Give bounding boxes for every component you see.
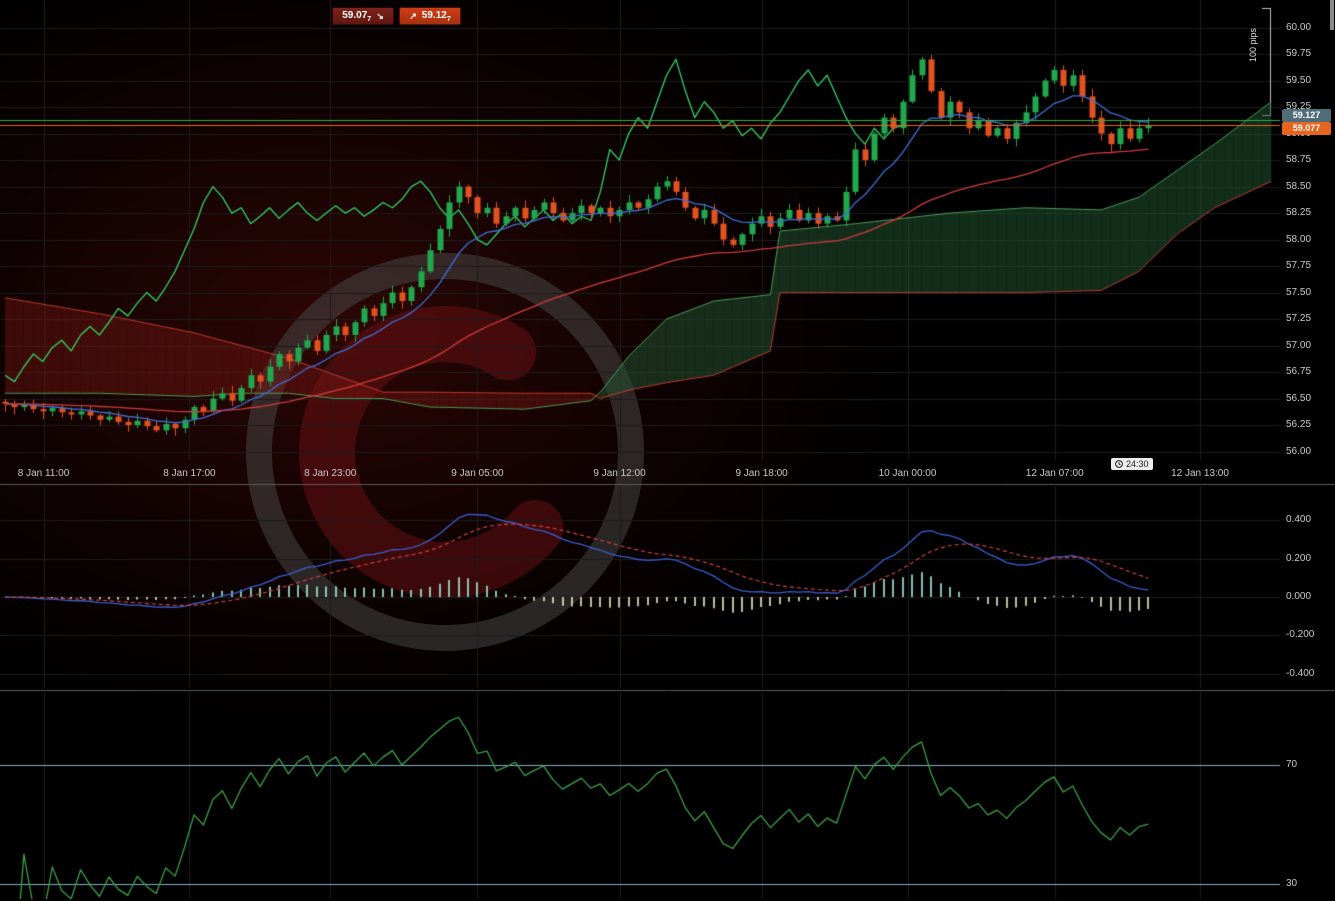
time-axis-label: 10 Jan 00:00	[879, 468, 937, 479]
macd-axis-label: 0.200	[1286, 553, 1311, 564]
time-axis-label: 8 Jan 11:00	[18, 468, 70, 479]
quick-trade-panel: 59.077 ↘ ↗ 59.127	[332, 7, 461, 25]
macd-axis-label: -0.400	[1286, 668, 1314, 679]
macd-axis[interactable]: 0.400 0.200 0.000 -0.200 -0.400	[1280, 487, 1335, 688]
time-axis-label: 8 Jan 17:00	[163, 468, 215, 479]
price-axis-label: 58.25	[1286, 207, 1311, 218]
buy-price: 59.127	[422, 10, 451, 23]
trading-chart-screen: 59.077 ↘ ↗ 59.127 60.0059.7559.5059.2559…	[0, 0, 1335, 901]
macd-axis-label: -0.200	[1286, 629, 1314, 640]
buy-arrow-icon: ↗	[409, 12, 417, 21]
price-axis-label: 59.75	[1286, 48, 1311, 59]
time-axis-label: 12 Jan 07:00	[1026, 468, 1084, 479]
time-axis-label: 9 Jan 05:00	[451, 468, 503, 479]
time-axis[interactable]: 8 Jan 11:00 8 Jan 17:00 8 Jan 23:00 9 Jan 0…	[0, 460, 1280, 484]
price-axis-label: 58.75	[1286, 154, 1311, 165]
buy-price-pip: 7	[447, 16, 451, 23]
price-axis-label: 56.75	[1286, 366, 1311, 377]
sell-button[interactable]: 59.077 ↘	[332, 7, 394, 25]
price-axis-label: 56.25	[1286, 419, 1311, 430]
countdown-text: 24:30	[1126, 459, 1149, 469]
price-axis-label: 57.75	[1286, 260, 1311, 271]
sell-price-main: 59.07	[342, 10, 367, 21]
time-axis-label: 12 Jan 13:00	[1171, 468, 1229, 479]
price-axis-label: 56.50	[1286, 393, 1311, 404]
macd-axis-label: 0.400	[1286, 514, 1311, 525]
sell-price-pip: 7	[367, 16, 371, 23]
clock-icon	[1115, 460, 1123, 468]
sell-price: 59.077	[342, 10, 371, 23]
rsi-axis[interactable]: 70 30	[1280, 692, 1335, 899]
buy-button[interactable]: ↗ 59.127	[399, 7, 461, 25]
price-axis-label: 58.00	[1286, 234, 1311, 245]
price-axis-label: 57.00	[1286, 340, 1311, 351]
price-axis-label: 57.50	[1286, 287, 1311, 298]
price-axis[interactable]: 60.0059.7559.5059.2559.0058.7558.5058.25…	[1280, 0, 1335, 460]
rsi-axis-label: 70	[1286, 759, 1297, 770]
time-axis-label: 9 Jan 12:00	[593, 468, 645, 479]
pips-scale-label: 100 pips	[1248, 28, 1258, 62]
scrollbar-thumb[interactable]	[1330, 0, 1334, 30]
ask-price-tag: 59.127	[1282, 109, 1331, 122]
sell-arrow-icon: ↘	[376, 12, 384, 21]
price-axis-label: 58.50	[1286, 181, 1311, 192]
time-axis-label: 9 Jan 18:00	[735, 468, 787, 479]
time-axis-label: 8 Jan 23:00	[304, 468, 356, 479]
price-axis-label: 60.00	[1286, 22, 1311, 33]
candle-countdown: 24:30	[1111, 458, 1153, 470]
last-price-tag: 59.077	[1282, 122, 1331, 135]
price-axis-label: 57.25	[1286, 313, 1311, 324]
rsi-axis-label: 30	[1286, 878, 1297, 889]
price-chart-canvas[interactable]	[0, 0, 1335, 901]
price-axis-label: 56.00	[1286, 446, 1311, 457]
macd-axis-label: 0.000	[1286, 591, 1311, 602]
price-axis-label: 59.50	[1286, 75, 1311, 86]
buy-price-main: 59.12	[422, 10, 447, 21]
